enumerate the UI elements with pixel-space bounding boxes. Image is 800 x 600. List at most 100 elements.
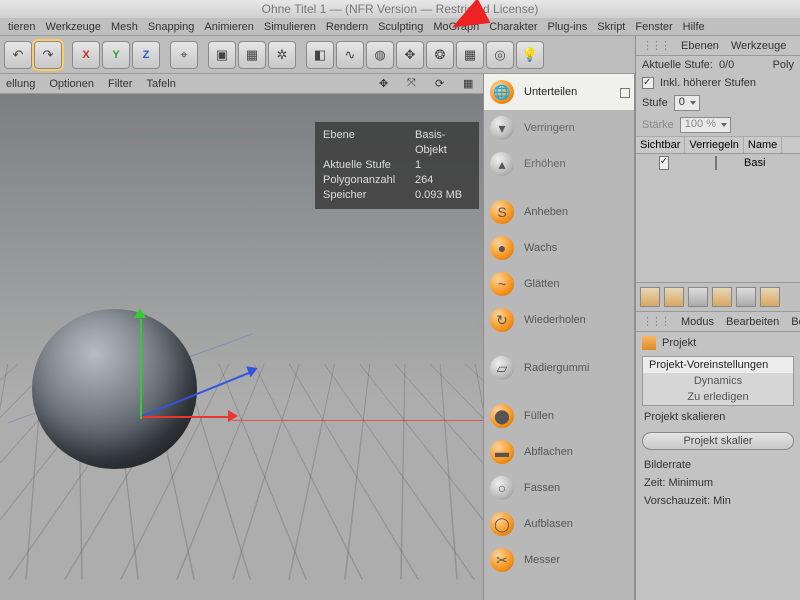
render-region-icon[interactable]: ▦ <box>238 41 266 69</box>
deformer-icon[interactable]: ❂ <box>426 41 454 69</box>
coord-icon[interactable]: ⌖ <box>170 41 198 69</box>
gizmo-x-axis[interactable] <box>140 416 235 418</box>
vmenu-optionen[interactable]: Optionen <box>49 78 94 90</box>
tool-smooth[interactable]: ~ Glätten <box>484 266 634 302</box>
label-poly: Poly <box>773 59 794 71</box>
tab-todo[interactable]: Zu erledigen <box>643 389 793 405</box>
tab-bearbeiten[interactable]: Bearbeiten <box>726 316 779 328</box>
col-verriegeln[interactable]: Verriegeln <box>685 137 744 153</box>
menu-charakter[interactable]: Charakter <box>489 21 537 33</box>
nurbs-icon[interactable]: ◍ <box>366 41 394 69</box>
gizmo-y-arrow[interactable] <box>134 308 146 318</box>
light-icon[interactable]: 💡 <box>516 41 544 69</box>
tab-werkzeuge[interactable]: Werkzeuge <box>731 40 786 52</box>
menu-rendern[interactable]: Rendern <box>326 21 368 33</box>
tab-be[interactable]: Be <box>791 316 800 328</box>
grip-icon-2[interactable]: ⋮⋮⋮ <box>642 315 669 328</box>
menu-skript[interactable]: Skript <box>597 21 625 33</box>
grab-icon: ○ <box>490 476 514 500</box>
vmenu-darstellung[interactable]: ellung <box>6 78 35 90</box>
sphere-object[interactable] <box>32 309 197 469</box>
layer-visible-checkbox[interactable] <box>659 156 669 170</box>
nav-move-icon[interactable]: ✥ <box>379 77 393 91</box>
fill-icon: ⬤ <box>490 404 514 428</box>
knife-icon: ✂ <box>490 548 514 572</box>
label-vorschau: Vorschauzeit: Min <box>644 495 792 507</box>
axis-x-floor <box>232 420 484 421</box>
redo-icon[interactable]: ↷ <box>34 41 62 69</box>
tool-knife[interactable]: ✂ Messer <box>484 542 634 578</box>
layer-lock-checkbox[interactable] <box>715 156 717 170</box>
gizmo-y-axis[interactable] <box>140 319 142 419</box>
array-icon[interactable]: ✥ <box>396 41 424 69</box>
main-menubar: tieren Werkzeuge Mesh Snapping Animieren… <box>0 18 800 36</box>
tool-decrease[interactable]: ▾ Verringern <box>484 110 634 146</box>
nav-zoom-icon[interactable]: ⤧ <box>407 77 421 91</box>
checkbox-inkl[interactable] <box>642 77 654 89</box>
col-name[interactable]: Name <box>744 137 782 153</box>
menu-werkzeuge[interactable]: Werkzeuge <box>46 21 101 33</box>
vmenu-filter[interactable]: Filter <box>108 78 132 90</box>
menu-sculpting[interactable]: Sculpting <box>378 21 423 33</box>
project-tabs: Projekt-Voreinstellungen Dynamics Zu erl… <box>642 356 794 406</box>
tool-increase[interactable]: ▴ Erhöhen <box>484 146 634 182</box>
tool-fill[interactable]: ⬤ Füllen <box>484 398 634 434</box>
render-icon[interactable]: ▣ <box>208 41 236 69</box>
tab-ebenen[interactable]: Ebenen <box>681 40 719 52</box>
tab-dynamics[interactable]: Dynamics <box>643 373 793 389</box>
layer-row[interactable]: Basi <box>636 154 800 172</box>
mgr-btn-2[interactable] <box>664 287 684 307</box>
btn-proj-skalieren[interactable]: Projekt skalier <box>642 432 794 450</box>
pull-icon: S <box>490 200 514 224</box>
tool-flatten[interactable]: ▬ Abflachen <box>484 434 634 470</box>
tool-eraser[interactable]: ▱ Radiergummi <box>484 350 634 386</box>
nav-orbit-icon[interactable]: ⟳ <box>435 77 449 91</box>
tool-inflate[interactable]: ◯ Aufblasen <box>484 506 634 542</box>
tool-wax[interactable]: ● Wachs <box>484 230 634 266</box>
menu-snapping[interactable]: Snapping <box>148 21 195 33</box>
label-stufe2: Stufe <box>642 97 668 109</box>
label-proj-skal: Projekt skalieren <box>644 411 792 423</box>
menu-animieren[interactable]: Animieren <box>204 21 254 33</box>
tool-pull[interactable]: S Anheben <box>484 194 634 230</box>
menu-fenster[interactable]: Fenster <box>635 21 672 33</box>
col-sichtbar[interactable]: Sichtbar <box>636 137 685 153</box>
inflate-icon: ◯ <box>490 512 514 536</box>
vmenu-tafeln[interactable]: Tafeln <box>146 78 175 90</box>
tool-subdivide[interactable]: 🌐 Unterteilen <box>484 74 634 110</box>
viewport[interactable]: EbeneBasis-Objekt Aktuelle Stufe1 Polygo… <box>0 94 483 600</box>
eraser-icon: ▱ <box>490 356 514 380</box>
mgr-btn-3[interactable] <box>688 287 708 307</box>
cube-icon[interactable]: ◧ <box>306 41 334 69</box>
mgr-btn-6[interactable] <box>760 287 780 307</box>
axis-x-icon[interactable]: X <box>72 41 100 69</box>
camera-icon[interactable]: ◎ <box>486 41 514 69</box>
environment-icon[interactable]: ▦ <box>456 41 484 69</box>
expand-icon[interactable] <box>620 88 630 98</box>
menu-plugins[interactable]: Plug-ins <box>548 21 588 33</box>
grip-icon[interactable]: ⋮⋮⋮ <box>642 39 669 52</box>
axis-y-icon[interactable]: Y <box>102 41 130 69</box>
select-stufe[interactable]: 0 <box>674 95 700 111</box>
mgr-btn-4[interactable] <box>712 287 732 307</box>
menu-hilfe[interactable]: Hilfe <box>683 21 705 33</box>
tool-repeat[interactable]: ↻ Wiederholen <box>484 302 634 338</box>
object-manager-toolbar <box>636 282 800 312</box>
tab-modus[interactable]: Modus <box>681 316 714 328</box>
spline-icon[interactable]: ∿ <box>336 41 364 69</box>
axis-z-icon[interactable]: Z <box>132 41 160 69</box>
menu-tieren[interactable]: tieren <box>8 21 36 33</box>
mgr-btn-5[interactable] <box>736 287 756 307</box>
render-settings-icon[interactable]: ✲ <box>268 41 296 69</box>
gizmo-x-arrow[interactable] <box>228 410 238 422</box>
label-zeit-min: Zeit: Minimum <box>644 477 792 489</box>
menu-simulieren[interactable]: Simulieren <box>264 21 316 33</box>
label-bilderrate: Bilderrate <box>644 459 792 471</box>
menu-mesh[interactable]: Mesh <box>111 21 138 33</box>
tool-grab[interactable]: ○ Fassen <box>484 470 634 506</box>
nav-layout-icon[interactable]: ▦ <box>463 77 477 91</box>
select-staerke: 100 % <box>680 117 731 133</box>
tab-proj-voreinst[interactable]: Projekt-Voreinstellungen <box>643 357 793 373</box>
mgr-btn-1[interactable] <box>640 287 660 307</box>
undo-icon[interactable]: ↶ <box>4 41 32 69</box>
